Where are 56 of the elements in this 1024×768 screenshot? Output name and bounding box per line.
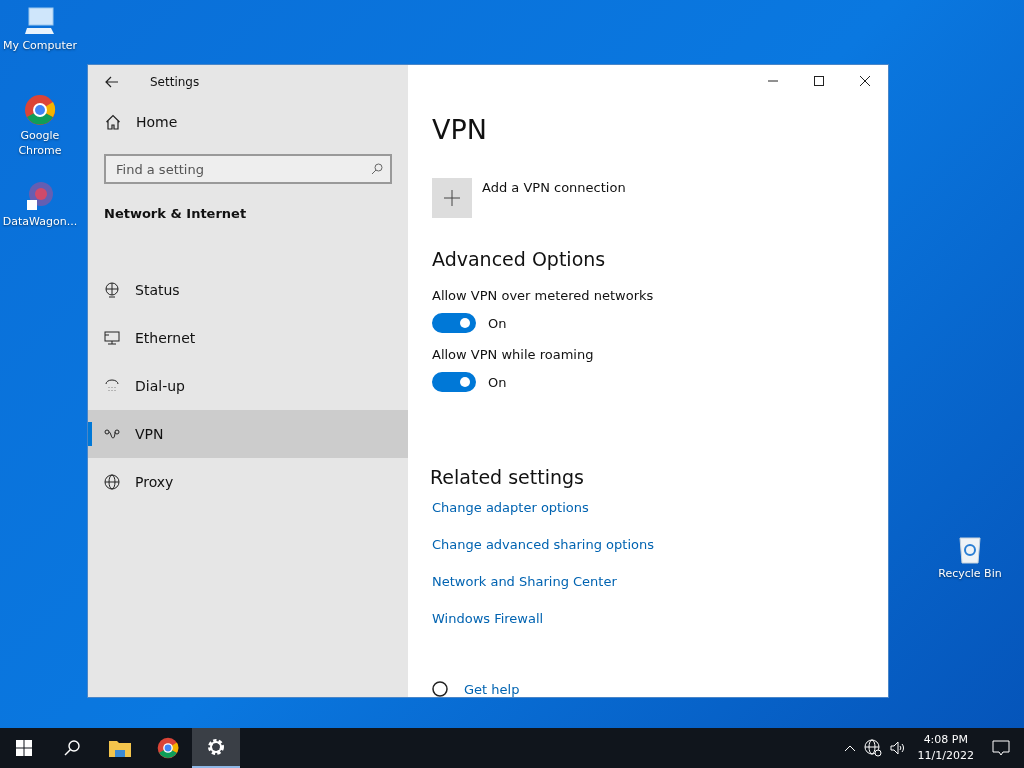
home-link[interactable]: Home [88,98,408,146]
monitor-icon [104,330,120,346]
app-icon[interactable] [24,180,56,212]
maximize-icon[interactable] [814,76,824,86]
desktop-icon-label[interactable]: My Computer [2,38,78,53]
desktop-icon-label[interactable]: Google Chrome [0,128,80,158]
toggle-switch[interactable] [432,372,476,392]
section-heading: Network & Internet [103,206,248,221]
back-arrow-icon[interactable] [105,75,119,88]
taskbar-button[interactable] [192,728,240,768]
windows-logo-icon [16,740,32,756]
phone-icon [104,378,120,394]
recycle-bin-icon[interactable] [956,534,984,564]
nav-item[interactable]: Status [88,266,408,314]
clock-time[interactable]: 4:08 PM [923,732,968,748]
section-heading: Advanced Options [432,248,606,270]
nav-item[interactable]: Dial-up [88,362,408,410]
vpn-icon [104,428,120,440]
toggle-label: Allow VPN over metered networks [432,288,654,303]
chevron-up-icon[interactable] [843,744,856,752]
globe-icon [104,474,120,490]
help-link[interactable]: Get help [464,681,520,697]
globe-monitor-icon [104,282,120,298]
desktop-icon-label[interactable]: DataWagon... [2,214,78,229]
search-icon [63,739,81,757]
toggle-state: On [488,315,507,331]
gear-icon [206,737,226,757]
nav-item[interactable]: Proxy [88,458,408,506]
toggle-state: On [488,374,507,390]
nav-item[interactable]: VPN [88,410,408,458]
clock-date[interactable]: 11/1/2022 [917,748,974,764]
window-title: Settings [150,74,200,89]
toggle-switch[interactable] [432,313,476,333]
settings-link[interactable]: Network and Sharing Center [432,574,617,590]
notification-icon[interactable] [992,739,1010,757]
home-icon [105,114,121,130]
speaker-icon[interactable] [889,740,906,756]
section-heading: Related settings [430,466,584,488]
folder-icon [109,739,131,757]
settings-link[interactable]: Change advanced sharing options [432,537,654,553]
plus-icon [444,190,460,206]
desktop-icon-label[interactable]: Recycle Bin [938,566,1002,581]
search-icon [371,163,383,175]
settings-link[interactable]: Windows Firewall [432,611,544,627]
toggle-label: Allow VPN while roaming [432,347,594,362]
chrome-icon [157,737,179,759]
add-vpn-label[interactable]: Add a VPN connection [482,179,626,195]
nav-item[interactable]: Ethernet [88,314,408,362]
settings-link[interactable]: Change adapter options [432,500,589,516]
help-icon [432,681,448,697]
network-globe-icon[interactable] [863,739,882,757]
page-heading: VPN [432,113,487,147]
computer-icon[interactable] [23,6,57,36]
close-icon[interactable] [860,76,870,86]
search-field[interactable]: Find a setting [104,154,392,184]
chrome-icon[interactable] [24,94,56,126]
